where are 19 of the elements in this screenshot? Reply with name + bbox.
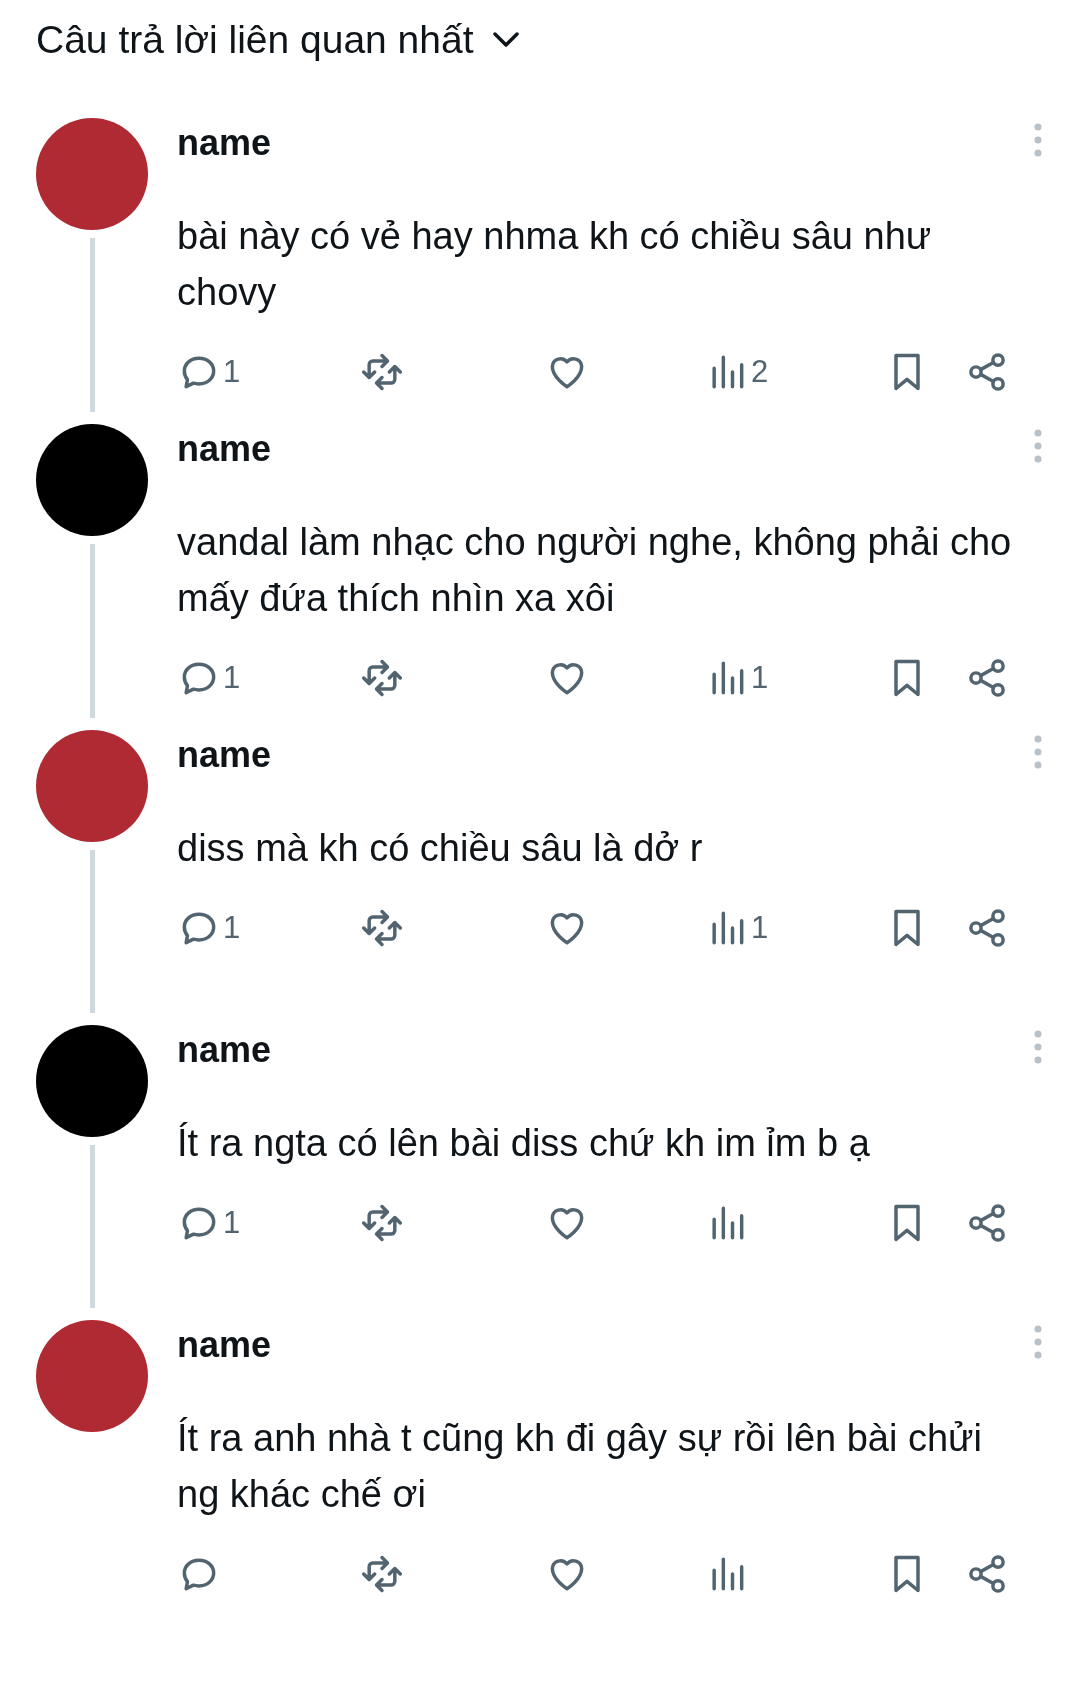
user-name[interactable]: name [177,122,272,164]
reply-text: Ít ra ngta có lên bài diss chứ kh im ỉm b ạ [177,1121,871,1166]
reply-count: 1 [223,660,241,696]
reply-count: 1 [223,354,241,390]
reply-count: 1 [223,910,241,946]
reply-text: diss mà kh có chiều sâu là dở r [177,826,704,871]
reply-text: vandal làm nhạc cho người nghe, không phải cho mấy đứa thích nhìn xa xôi [177,520,1013,621]
user-name[interactable]: name [177,1324,272,1366]
user-name[interactable]: name [177,428,272,470]
user-name[interactable]: name [177,1029,272,1071]
reply-count: 1 [223,1205,241,1241]
reply-text: bài này có vẻ hay nhma kh có chiều sâu như chovy [177,214,933,315]
reply-text: Ít ra anh nhà t cũng kh đi gây sự rồi lên bài chửi ng khác chế ơi [177,1416,983,1517]
view-count: 2 [751,354,769,390]
sort-title[interactable]: Câu trả lời liên quan nhất [36,18,474,62]
view-count: 1 [751,660,769,696]
chevron-down-icon[interactable] [491,31,520,49]
user-name[interactable]: name [177,734,272,776]
view-count: 1 [751,910,769,946]
